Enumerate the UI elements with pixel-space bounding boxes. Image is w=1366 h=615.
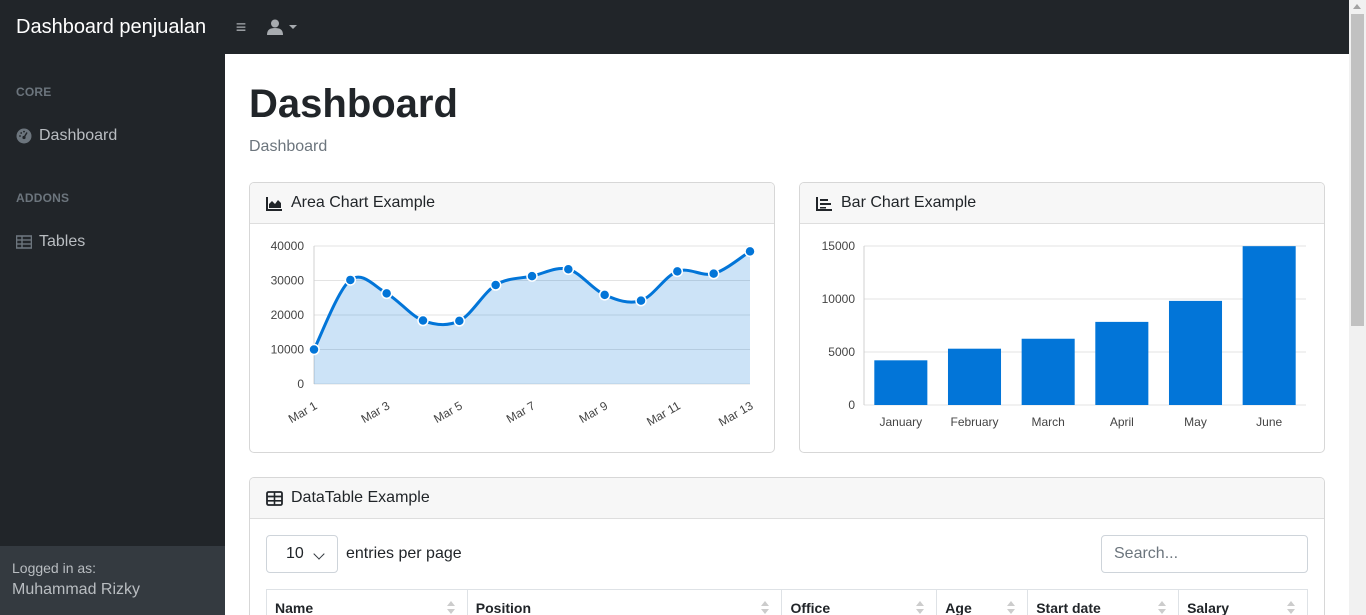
x-tick-label: January <box>879 415 922 429</box>
top-navbar: Dashboard penjualan ≡ <box>0 0 1366 54</box>
x-tick-label: February <box>950 415 998 429</box>
area-chart: 0 10000 20000 30000 40000 Mar 1 Mar 3 Mar 5 Mar … <box>271 239 756 429</box>
page-title: Dashboard <box>249 82 458 126</box>
table-header-row: Name Position Office Age Start date Sala… <box>266 589 1308 615</box>
data-point <box>417 314 429 327</box>
caret-down-icon <box>289 25 297 29</box>
data-table: Name Position Office Age Start date Sala… <box>266 589 1308 615</box>
chart-bar-icon <box>816 196 832 211</box>
user-dropdown[interactable] <box>267 19 297 35</box>
entries-per-page-select[interactable]: 10 <box>266 535 338 573</box>
x-tick-label: June <box>1256 415 1282 429</box>
tachometer-icon <box>16 128 32 144</box>
sort-icon <box>1287 601 1295 615</box>
table-icon <box>16 235 32 249</box>
column-header-age[interactable]: Age <box>936 589 1029 615</box>
bar <box>947 348 1002 405</box>
sort-icon <box>1007 601 1016 615</box>
column-header-position[interactable]: Position <box>466 589 783 615</box>
chart-area-icon <box>266 196 282 211</box>
entries-per-page-label: entries per page <box>346 545 462 562</box>
bar <box>1095 321 1149 405</box>
column-header-salary[interactable]: Salary <box>1178 589 1308 615</box>
scroll-up-icon[interactable] <box>1353 4 1361 9</box>
x-tick-label: May <box>1184 415 1207 429</box>
bar-chart-card: Bar Chart Example 0 5000 10000 15000 January… <box>799 182 1325 453</box>
data-point <box>744 245 756 258</box>
datatable-title: DataTable Example <box>291 489 430 506</box>
x-tick-label: April <box>1110 415 1134 429</box>
bars-icon[interactable]: ≡ <box>232 17 250 38</box>
entries-per-page-value: 10 <box>286 545 304 562</box>
bar <box>1242 246 1296 405</box>
search-input[interactable] <box>1101 535 1308 573</box>
data-point <box>671 265 684 278</box>
y-tick-label: 30000 <box>271 274 305 288</box>
bar <box>1168 300 1223 405</box>
area-chart-card-header: Area Chart Example <box>250 183 774 224</box>
breadcrumb: Dashboard <box>249 138 328 155</box>
x-tick-label: Mar 5 <box>431 398 465 426</box>
bar-chart-card-header: Bar Chart Example <box>800 183 1324 224</box>
data-point <box>308 343 320 356</box>
bar-chart: 0 5000 10000 15000 January February March April… <box>822 239 1306 429</box>
logged-in-label: Logged in as: <box>12 560 97 576</box>
y-tick-label: 5000 <box>828 345 855 359</box>
x-tick-label: March <box>1031 415 1064 429</box>
bar-chart-title: Bar Chart Example <box>841 194 977 211</box>
data-point <box>707 267 720 280</box>
y-tick-label: 10000 <box>822 292 856 306</box>
logged-in-user: Muhammad Rizky <box>12 581 141 598</box>
x-tick-label: Mar 7 <box>504 398 538 426</box>
main-content: Dashboard Dashboard Area Chart Example 0… <box>225 54 1349 615</box>
data-point <box>562 263 575 276</box>
table-icon <box>266 490 283 506</box>
data-point <box>453 315 466 327</box>
x-tick-label: Mar 9 <box>577 398 611 426</box>
data-point <box>598 289 611 301</box>
y-tick-label: 10000 <box>271 343 305 357</box>
sidebar-heading-core: CORE <box>16 85 52 99</box>
sort-icon <box>1158 601 1167 615</box>
x-tick-label: Mar 11 <box>644 398 683 429</box>
scrollbar-thumb[interactable] <box>1351 14 1364 326</box>
column-header-name[interactable]: Name <box>266 589 468 615</box>
navbar-brand[interactable]: Dashboard penjualan <box>0 16 225 39</box>
sidebar-heading-addons: ADDONS <box>16 191 70 205</box>
sidebar: CORE Dashboard ADDONS Tables Logged in a… <box>0 54 225 615</box>
y-tick-label: 15000 <box>822 239 856 253</box>
x-tick-label: Mar 3 <box>359 398 393 426</box>
bar <box>874 360 928 405</box>
data-point <box>380 287 393 300</box>
data-point <box>344 274 357 286</box>
data-point <box>635 294 647 307</box>
page-scrollbar[interactable] <box>1349 0 1366 615</box>
user-icon <box>267 19 283 35</box>
column-header-start-date[interactable]: Start date <box>1027 589 1180 615</box>
sort-icon <box>916 601 925 615</box>
sort-icon <box>446 601 455 615</box>
sidebar-item-label: Tables <box>39 233 86 250</box>
sidebar-item-dashboard[interactable]: Dashboard <box>16 127 117 145</box>
sidebar-item-label: Dashboard <box>39 127 118 144</box>
datatable-controls: 10 entries per page <box>266 535 1308 573</box>
chevron-down-icon <box>313 548 325 560</box>
y-tick-label: 0 <box>848 398 855 412</box>
data-point <box>489 279 502 291</box>
bar <box>1021 338 1075 405</box>
sidebar-item-tables[interactable]: Tables <box>16 233 85 251</box>
area-chart-title: Area Chart Example <box>291 194 436 211</box>
sidebar-footer: Logged in as: Muhammad Rizky <box>0 546 225 615</box>
data-point <box>526 270 538 282</box>
sort-icon <box>761 601 770 615</box>
column-header-office[interactable]: Office <box>781 589 938 615</box>
x-tick-label: Mar 13 <box>716 398 756 429</box>
y-tick-label: 20000 <box>271 308 305 322</box>
y-tick-label: 40000 <box>271 239 305 253</box>
datatable-card-header: DataTable Example <box>250 478 1324 519</box>
area-chart-card: Area Chart Example 0 10000 20000 30000 40000… <box>249 182 775 453</box>
datatable-card: DataTable Example 10 entries per page Na… <box>249 477 1325 615</box>
x-tick-label: Mar 1 <box>286 398 320 426</box>
y-tick-label: 0 <box>297 377 304 391</box>
